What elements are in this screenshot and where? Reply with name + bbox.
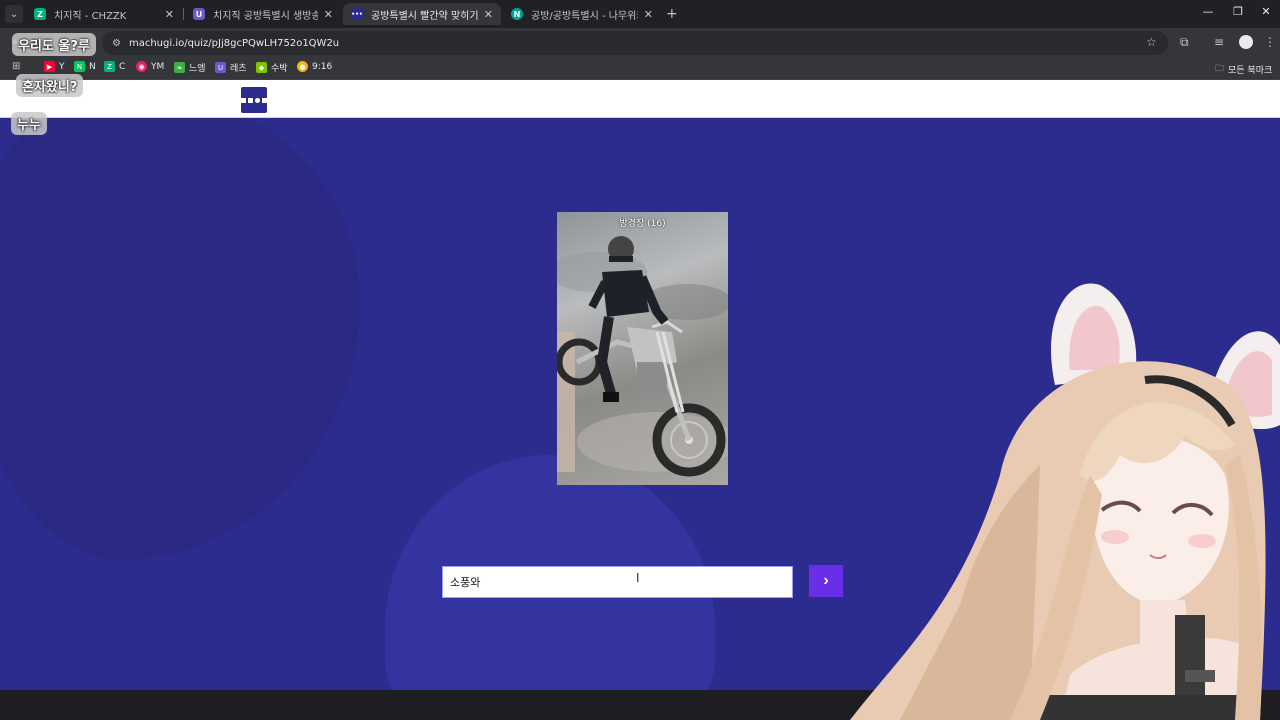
vtuber-avatar-image: [850, 283, 1280, 720]
overlay-chat-message: 누누: [11, 112, 47, 135]
close-icon[interactable]: ✕: [484, 8, 493, 21]
naver-icon: N: [74, 61, 85, 72]
window-close-icon[interactable]: ✕: [1256, 5, 1276, 18]
overlay-chat-message: 우리도 울?루: [12, 33, 96, 56]
tab-label: 공방특별시 빨간약 맞히기 (21: [371, 10, 478, 22]
tab-label: 치지직 - CHZZK: [54, 10, 127, 22]
tab-chzzk-live[interactable]: U 치지직 공방특별시 생방송 | 민 ✕: [185, 3, 341, 25]
quiz-image: 방경장 (16): [557, 212, 728, 485]
watermelon-icon: ◆: [256, 62, 267, 73]
tab-chzzk[interactable]: Z 치지직 - CHZZK ✕: [26, 3, 182, 25]
bookmark-item[interactable]: ▶ Y: [44, 61, 65, 72]
tab-label: 공방/공방특별시 - 나무위키: [531, 10, 638, 22]
apps-icon[interactable]: ⊞: [12, 61, 20, 72]
media-controls-icon[interactable]: ≡: [1214, 35, 1224, 49]
tab-search-icon[interactable]: ⌄: [5, 5, 23, 23]
close-icon[interactable]: ✕: [644, 8, 653, 21]
dots-icon: ●: [297, 61, 308, 72]
namuwiki-favicon-icon: N: [511, 8, 523, 20]
youtube-icon: ▶: [44, 61, 55, 72]
profile-avatar[interactable]: [1239, 35, 1253, 49]
bookmark-item[interactable]: ZC: [104, 61, 125, 72]
live-favicon-icon: U: [193, 8, 205, 20]
close-icon[interactable]: ✕: [165, 8, 174, 21]
leaf-icon: ❧: [174, 62, 185, 73]
address-bar[interactable]: ⚙ machugi.io/quiz/pJj8gcPQwLH752o1QW2u: [102, 31, 1168, 55]
tab-machugi-quiz[interactable]: ••• 공방특별시 빨간약 맞히기 (21 ✕: [343, 3, 501, 25]
bookmark-item[interactable]: U 레츠: [215, 61, 247, 74]
site-header: [0, 80, 1280, 118]
bookmark-item[interactable]: NN: [74, 61, 96, 72]
ym-icon: ◉: [136, 61, 147, 72]
text-cursor-icon: I: [636, 571, 640, 585]
tab-namuwiki[interactable]: N 공방/공방특별시 - 나무위키 ✕: [503, 3, 661, 25]
all-bookmarks-button[interactable]: 🗀 모든 북마크: [1215, 61, 1272, 77]
bookmarks-bar: ⊞ ▶ Y NN ZC ◉ YM ❧ 느엥 U 레츠 ◆ 수박 ● 9:16 🗀 모든 북마크: [0, 58, 1280, 80]
menu-icon[interactable]: ⋮: [1264, 35, 1276, 49]
motorcycle-rider-image: [557, 236, 728, 477]
bookmark-star-icon[interactable]: ☆: [1146, 35, 1157, 49]
overlay-chat-message: 혼자왔니?: [16, 74, 84, 97]
bookmark-item[interactable]: ◆ 수박: [256, 61, 288, 74]
bookmark-item[interactable]: ❧ 느엥: [174, 61, 206, 74]
background-blob: [0, 90, 360, 560]
bookmark-item[interactable]: ◉ YM: [136, 61, 164, 72]
close-icon[interactable]: ✕: [324, 8, 333, 21]
browser-toolbar: ← → ↻ ⚙ machugi.io/quiz/pJj8gcPQwLH752o1…: [0, 28, 1280, 58]
new-tab-button[interactable]: +: [666, 6, 678, 22]
machugi-favicon-icon: •••: [351, 8, 363, 20]
twitch-icon: U: [215, 62, 226, 73]
answer-input[interactable]: [442, 566, 793, 598]
submit-button[interactable]: ›: [809, 565, 843, 597]
site-info-icon[interactable]: ⚙: [112, 38, 121, 49]
image-caption: 방경장 (16): [619, 219, 666, 229]
bookmark-item[interactable]: ● 9:16: [297, 61, 332, 72]
extensions-icon[interactable]: ⧉: [1180, 35, 1189, 50]
machugi-logo[interactable]: [241, 87, 267, 113]
tab-strip: ⌄ Z 치지직 - CHZZK ✕ U 치지직 공방특별시 생방송 | 민 ✕ …: [0, 0, 1280, 28]
chzzk-favicon-icon: Z: [34, 8, 46, 20]
minimize-icon[interactable]: —: [1198, 5, 1218, 18]
tab-label: 치지직 공방특별시 생방송 | 민: [213, 10, 318, 22]
restore-icon[interactable]: ❐: [1228, 5, 1248, 18]
chzzk-icon: Z: [104, 61, 115, 72]
folder-icon: 🗀: [1215, 64, 1225, 74]
url-text: machugi.io/quiz/pJj8gcPQwLH752o1QW2u: [128, 37, 340, 49]
